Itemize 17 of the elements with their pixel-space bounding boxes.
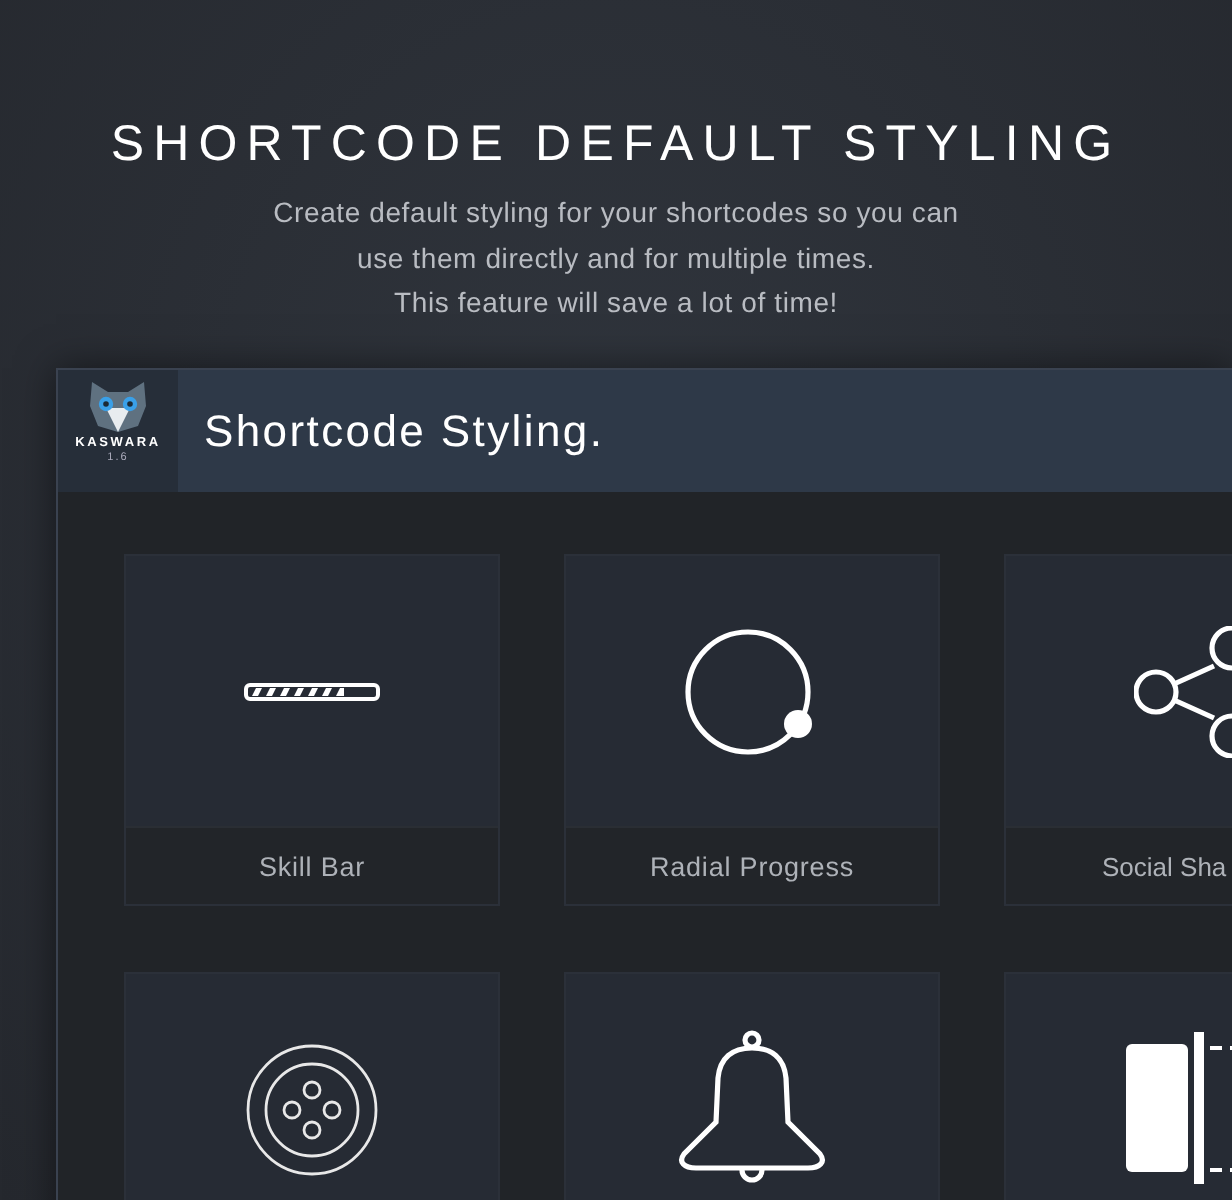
share-icon [1134,625,1232,757]
cat-icon [86,380,150,432]
card-label: Radial Progress [566,826,938,904]
panel-title: Shortcode Styling. [204,405,605,457]
description-line: use them directly and for multiple times. [357,239,875,278]
shortcode-card[interactable]: Skill Bar [124,554,500,906]
progress-bar-icon [244,681,380,701]
card-label: Skill Bar [126,826,498,904]
page-title: SHORTCODE DEFAULT STYLING [110,116,1122,174]
shortcode-card[interactable]: Radial Progress [564,554,940,906]
slider-icon [1126,1031,1232,1187]
sewing-button-icon [244,1041,380,1177]
card-label: Social Sha [1006,826,1232,904]
description-line: This feature will save a lot of time! [394,284,838,322]
description-line: Create default styling for your shortcodes so you can [273,194,959,232]
bell-icon [678,1029,826,1189]
shortcode-card[interactable]: Social Sha [1004,554,1232,906]
